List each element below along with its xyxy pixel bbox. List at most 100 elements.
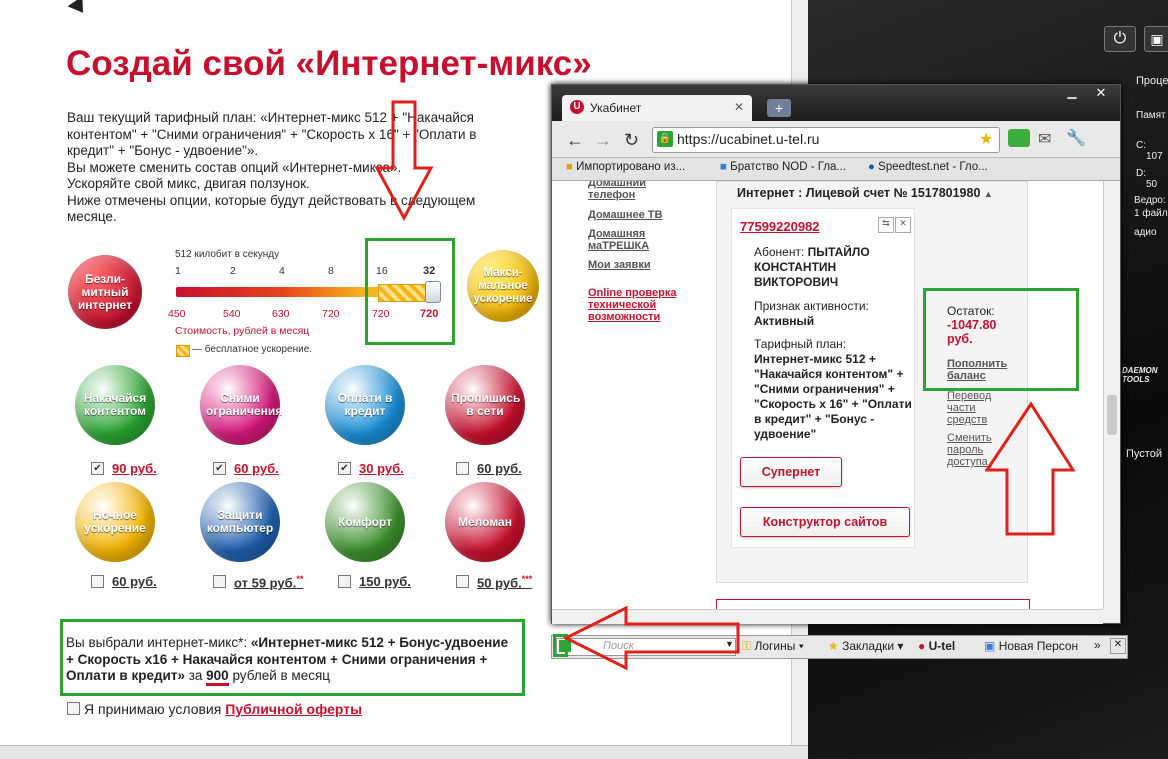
option-badge[interactable]: Оплати в кредит	[325, 365, 405, 445]
star-icon[interactable]: ★	[979, 129, 993, 149]
option-label: Защити компьютер	[206, 508, 274, 535]
close-toolbar-icon[interactable]: ✕	[1110, 638, 1126, 654]
accept-terms-checkbox[interactable]	[67, 702, 80, 715]
option-badge[interactable]: Накачайся контентом	[75, 365, 155, 445]
option-price[interactable]: 90 руб.	[112, 461, 157, 476]
bookmarks-button[interactable]: ★ Закладки ▾	[828, 639, 903, 653]
speed-label: 512 килобит в секунду	[175, 249, 280, 260]
address-bar[interactable]: 🔒 https://ucabinet.u-tel.ru ★	[652, 127, 1000, 153]
wrench-icon[interactable]: 🔧	[1066, 128, 1086, 148]
option-badge[interactable]: Ночное ускорение	[75, 482, 155, 562]
intro-text: Ваш текущий тарифный план: «Интернет-мик…	[67, 110, 477, 224]
scrollbar-thumb[interactable]	[1107, 395, 1117, 435]
power-icon[interactable]: ⏻	[1104, 26, 1136, 52]
option-price[interactable]: 150 руб.	[359, 574, 411, 589]
plan-value: Интернет-микс 512 + "Накачайся контентом…	[754, 352, 912, 441]
option-badge[interactable]: Меломан	[445, 482, 525, 562]
option-badge[interactable]: Пропишись в сети	[445, 365, 525, 445]
key-icon: ⚿	[742, 639, 752, 653]
forward-icon[interactable]: →	[594, 130, 612, 151]
page-title: Создай свой «Интернет-микс»	[66, 44, 592, 83]
option-label: Накачайся контентом	[83, 391, 147, 418]
speed-tick: 4	[279, 265, 285, 277]
bookmark-folder[interactable]: ■ Импортировано из...	[566, 161, 685, 173]
option-checkbox[interactable]	[456, 575, 469, 588]
gadget-c-drive: C: 107	[1136, 140, 1163, 162]
subscriber-info: Абонент: ПЫТАЙЛО КОНСТАНТИН ВИКТОРОВИЧ	[754, 245, 870, 289]
option-badge[interactable]: Сними ограничения	[200, 365, 283, 445]
public-offer-link[interactable]: Публичной оферты	[225, 701, 362, 717]
supernet-button[interactable]: Супернет	[740, 457, 842, 487]
speed-tick: 8	[328, 265, 334, 277]
option-checkbox[interactable]	[213, 575, 226, 588]
bookmark-nod[interactable]: ■ Братство NOD - Гла...	[720, 161, 846, 173]
contact-icon: ▣	[984, 639, 996, 653]
swap-icon[interactable]: ⇆	[878, 217, 894, 233]
option-checkbox[interactable]	[456, 462, 469, 475]
max-speed-badge: Макси-мальное ускорение	[467, 250, 539, 322]
option-checkbox[interactable]	[338, 575, 351, 588]
extension-icon[interactable]	[1008, 129, 1030, 147]
tab-bar: U Укабинет ✕ + ▁ ✕	[552, 85, 1120, 121]
minimize-icon[interactable]: ▁	[1062, 85, 1082, 103]
option-footnote-mark: **	[296, 574, 304, 584]
new-tab-button[interactable]: +	[767, 99, 791, 117]
sidebar-item-matreshka[interactable]: Домашняя маТРЕШКА	[588, 228, 680, 252]
content-scrollbar[interactable]	[1103, 181, 1120, 609]
free-boost-legend-swatch	[176, 345, 190, 357]
utel-button[interactable]: ● U-tel	[918, 639, 955, 653]
empty-label: Пустой	[1126, 448, 1162, 460]
phone-number-link[interactable]: 77599220982	[740, 219, 820, 234]
option-price[interactable]: 60 руб.	[477, 461, 522, 476]
tab-ucabinet[interactable]: U Укабинет ✕	[562, 95, 752, 121]
red-arrow-down-icon	[374, 100, 434, 222]
option-price[interactable]: 60 руб.	[112, 574, 157, 589]
sidebar-item-phone[interactable]: Домашний телефон	[588, 181, 680, 201]
audio-label: адио	[1134, 227, 1157, 238]
overflow-icon[interactable]: »	[1094, 638, 1101, 652]
option-price[interactable]: от 59 руб.**	[234, 574, 303, 590]
recycle-bin-count: 1 файл	[1134, 208, 1168, 219]
gadget-memory-label: Памят	[1136, 110, 1166, 121]
account-header[interactable]: Интернет : Лицевой счет № 1517801980 ▲	[737, 186, 993, 200]
logins-button[interactable]: ⚿ Логины ▾	[742, 639, 804, 654]
option-badge[interactable]: Защити компьютер	[200, 482, 280, 562]
option-badge[interactable]: Комфорт	[325, 482, 405, 562]
new-person-button[interactable]: ▣ Новая Персон	[984, 639, 1078, 653]
option-checkbox[interactable]: ✔	[213, 462, 226, 475]
option-checkbox[interactable]: ✔	[91, 462, 104, 475]
option-price[interactable]: 60 руб.	[234, 461, 279, 476]
price-tick: 540	[223, 308, 241, 320]
page-scrollbar-horizontal[interactable]	[0, 745, 808, 759]
sidebar-item-tv[interactable]: Домашнее ТВ	[588, 209, 680, 221]
restart-icon[interactable]: ▣	[1144, 26, 1168, 52]
gadget-d-drive: D: 50	[1136, 168, 1158, 190]
option-label: Сними ограничения	[206, 391, 283, 418]
daemon-tools-label: DAEMON TOOLS	[1122, 366, 1158, 384]
recycle-bin-label: Ведро:	[1134, 195, 1166, 206]
unlimited-internet-badge: Безли-митный интернет	[68, 255, 142, 329]
option-footnote-mark: ***	[521, 574, 533, 584]
close-tab-icon[interactable]: ✕	[734, 100, 744, 114]
site-constructor-button[interactable]: Конструктор сайтов	[740, 507, 910, 537]
close-card-icon[interactable]: ✕	[895, 217, 911, 233]
gadget-process-label: Проце	[1136, 75, 1168, 87]
close-window-icon[interactable]: ✕	[1090, 85, 1112, 103]
mail-icon[interactable]: ✉	[1038, 129, 1051, 149]
price-tick: 720	[322, 308, 340, 320]
activity-label: Признак активности:	[754, 299, 869, 313]
option-label: Комфорт	[338, 514, 392, 529]
reload-icon[interactable]: ↻	[624, 130, 639, 151]
option-checkbox[interactable]	[91, 575, 104, 588]
bookmarks-bar: ■ Импортировано из... ■ Братство NOD - Г…	[552, 158, 1120, 181]
bookmark-speedtest[interactable]: ● Speedtest.net - Гло...	[868, 161, 988, 173]
option-price[interactable]: 30 руб.	[359, 461, 404, 476]
cost-caption: Стоимость, рублей в месяц	[175, 325, 310, 337]
price-tick: 450	[168, 308, 186, 320]
back-icon[interactable]: ←	[566, 130, 584, 151]
option-checkbox[interactable]: ✔	[338, 462, 351, 475]
option-label: Оплати в кредит	[337, 391, 393, 418]
sidebar-item-check[interactable]: Online проверка технической возможности	[588, 287, 688, 323]
sidebar-item-requests[interactable]: Мои заявки	[588, 259, 680, 271]
option-price[interactable]: 50 руб.***	[477, 574, 532, 590]
